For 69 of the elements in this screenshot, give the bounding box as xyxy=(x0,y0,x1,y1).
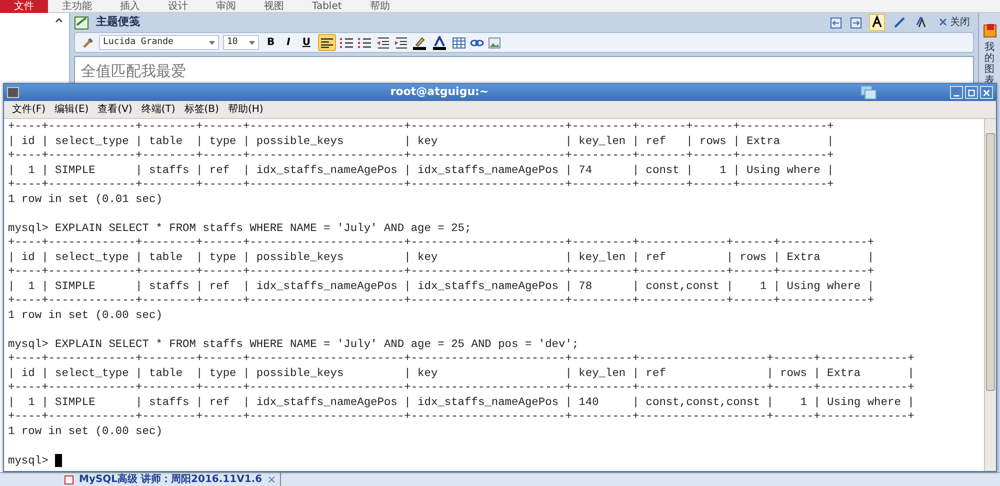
close-icon[interactable] xyxy=(939,18,947,26)
link-icon[interactable] xyxy=(470,38,484,48)
terminal-line: +----+-------------+--------+------+-----------------------+-----------------------+---------+-------+------+-------------+ xyxy=(8,120,835,134)
terminal-line: +----+-------------+--------+------+-----------------------+-----------------------+---------+-------------+------+-------------+ xyxy=(8,236,876,250)
dropdown-caret-icon[interactable] xyxy=(209,40,215,44)
indent-icon[interactable] xyxy=(394,36,408,48)
terminal-line: | id | select_type | table | type | possible_keys | key | key_len | ref | rows | Extra | xyxy=(8,134,835,149)
terminal-line: | id | select_type | table | type | possible_keys | key | key_len | ref | rows | Extra | xyxy=(8,250,876,265)
terminal-line: 1 row in set (0.00 sec) xyxy=(8,424,164,439)
numbered-list-icon[interactable] xyxy=(340,36,354,48)
ribbon-tab[interactable]: 设计 xyxy=(154,0,202,12)
terminal-line: mysql> EXPLAIN SELECT * FROM staffs WHERE NAME = 'July' AND age = 25 AND pos = 'dev'; xyxy=(8,338,580,352)
panel-title: 主题便笺 xyxy=(96,14,140,30)
terminal-line: 1 row in set (0.00 sec) xyxy=(8,308,164,323)
align-left-button[interactable] xyxy=(318,34,336,51)
terminal-line: | 1 | SIMPLE | staffs | ref | idx_staffs_nameAgePos | idx_staffs_nameAgePos | 140 | const,const,const | 1 | Using where | xyxy=(8,396,916,410)
document-icon xyxy=(64,474,74,484)
size-dropdown[interactable]: 10 xyxy=(223,35,259,50)
bullet-list-icon[interactable] xyxy=(358,36,372,48)
terminal-line: +----+-------------+--------+------+-----------------------+-----------------------+---------+-------+------+-------------+ xyxy=(8,178,835,192)
note-editor[interactable]: 全值匹配我最爱 xyxy=(74,56,974,84)
menu-item[interactable]: 编辑(E) xyxy=(54,102,89,117)
ribbon-tab[interactable]: 审阅 xyxy=(202,0,250,12)
terminal-line: mysql> EXPLAIN SELECT * FROM staffs WHERE NAME = 'July' AND age = 25; xyxy=(8,222,472,236)
dropdown-caret-icon[interactable] xyxy=(249,40,255,44)
menu-item[interactable]: 标签(B) xyxy=(184,102,219,117)
bold-button[interactable]: B xyxy=(263,36,279,50)
italic-button[interactable]: I xyxy=(282,36,294,50)
windows-icon[interactable] xyxy=(860,85,878,100)
text-cursor xyxy=(55,454,62,466)
close-button[interactable]: 关闭 xyxy=(935,16,974,30)
font-color-icon[interactable] xyxy=(432,36,448,50)
terminal-line: | 1 | SIMPLE | staffs | ref | idx_staffs_nameAgePos | idx_staffs_nameAgePos | 74 | const | 1 | Using where | xyxy=(8,164,835,178)
ribbon-tab[interactable]: 帮助 xyxy=(356,0,404,12)
note-logo-icon xyxy=(74,15,90,30)
menu-item[interactable]: 帮助(H) xyxy=(228,102,264,117)
highlighter-icon[interactable] xyxy=(412,36,428,50)
terminal-line: +----+-------------+--------+------+-----------------------+-----------------------+---------+-------------------+------+-------------+ xyxy=(8,352,916,366)
image-icon[interactable] xyxy=(488,36,502,48)
brush-icon[interactable] xyxy=(81,36,95,50)
page-forward-icon[interactable] xyxy=(849,16,863,30)
terminal-line: 1 row in set (0.01 sec) xyxy=(8,192,164,207)
ribbon-tab[interactable]: 视图 xyxy=(250,0,298,12)
terminal-line: +----+-------------+--------+------+-----------------------+-----------------------+---------+-------------------+------+-------------+ xyxy=(8,410,916,424)
terminal-line: +----+-------------+--------+------+-----------------------+-----------------------+---------+-------------+------+-------------+ xyxy=(8,294,876,308)
ribbon-tab[interactable]: 主功能 xyxy=(48,0,106,12)
table-icon[interactable] xyxy=(452,36,466,48)
document-tab-title: MySQL高级 讲师：周阳2016.11V1.6 xyxy=(79,472,262,486)
mode-button[interactable] xyxy=(869,14,885,31)
terminal-line: | id | select_type | table | type | possible_keys | key | key_len | ref | rows | Extra | xyxy=(8,366,916,381)
ribbon-tab[interactable]: 文件 xyxy=(0,0,48,12)
font-dropdown[interactable]: Lucida Grande xyxy=(99,35,219,50)
page-back-icon[interactable] xyxy=(829,16,843,30)
terminal-prompt: mysql> xyxy=(8,454,48,467)
terminal-line: +----+-------------+--------+------+-----------------------+-----------------------+---------+-------------------+------+-------------+ xyxy=(8,381,916,396)
menu-item[interactable]: 查看(V) xyxy=(98,102,132,117)
terminal-line: +----+-------------+--------+------+-----------------------+-----------------------+---------+-------------+------+-------------+ xyxy=(8,265,876,280)
scrollbar[interactable] xyxy=(984,119,996,471)
terminal-icon xyxy=(7,87,19,98)
terminal-line: +----+-------------+--------+------+-----------------------+-----------------------+---------+-------+------+-------------+ xyxy=(8,149,835,164)
ribbon-tab[interactable]: Tablet xyxy=(298,0,356,12)
ribbon-tab[interactable]: 插入 xyxy=(106,0,154,12)
window-title: root@atguigu:~ xyxy=(389,84,490,100)
underline-button[interactable]: U xyxy=(298,36,314,50)
menu-item[interactable]: 文件(F) xyxy=(12,102,46,117)
menu-item[interactable]: 终端(T) xyxy=(141,102,176,117)
terminal-line: | 1 | SIMPLE | staffs | ref | idx_staffs_nameAgePos | idx_staffs_nameAgePos | 78 | const,const | 1 | Using where | xyxy=(8,280,876,294)
outdent-icon[interactable] xyxy=(376,36,390,48)
collapse-icon[interactable] xyxy=(55,17,63,23)
